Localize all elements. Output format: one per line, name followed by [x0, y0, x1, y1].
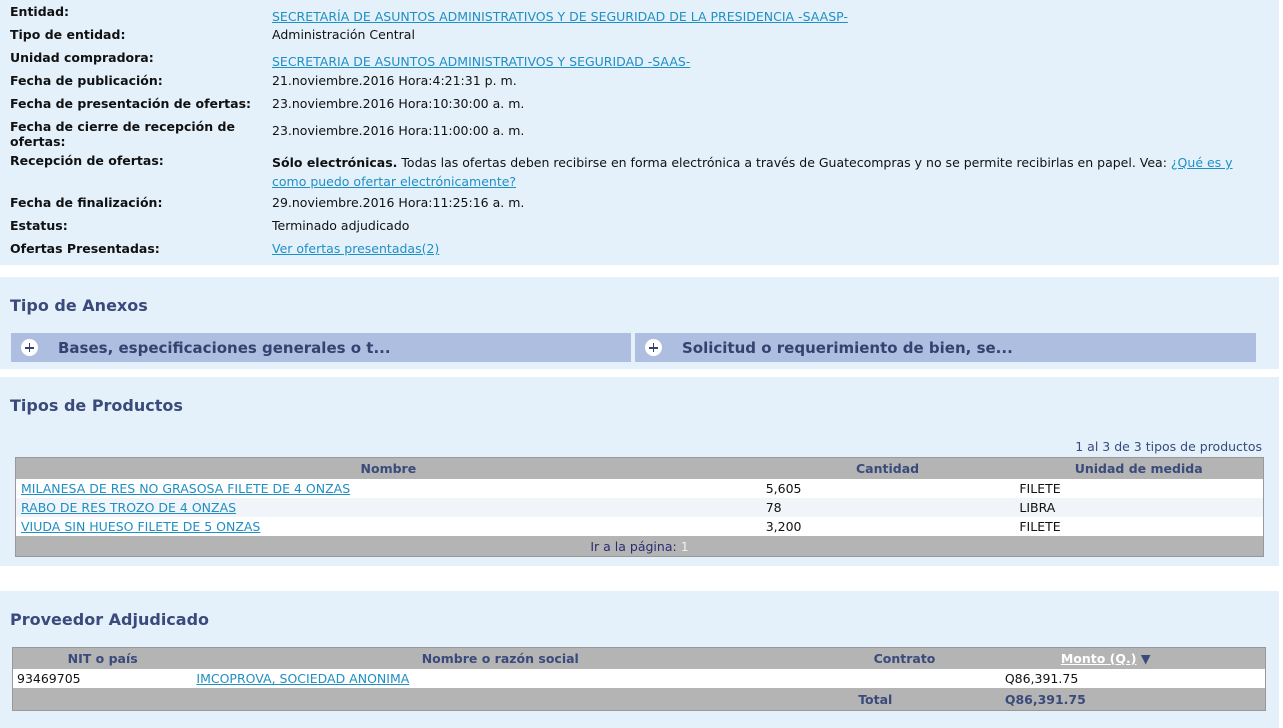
fecha-publicacion-value: 21.noviembre.2016 Hora:4:21:31 p. m.	[272, 73, 517, 88]
productos-title: Tipos de Productos	[10, 396, 183, 415]
proveedor-panel: Proveedor Adjudicado NIT o país Nombre o…	[0, 591, 1279, 728]
monto-cell: Q86,391.75	[1004, 671, 1079, 686]
proveedor-table: NIT o país Nombre o razón social Contrat…	[12, 647, 1266, 711]
table-row: MILANESA DE RES NO GRASOSA FILETE DE 4 O…	[15, 479, 1264, 498]
fecha-cierre-value: 23.noviembre.2016 Hora:11:00:00 a. m.	[272, 123, 525, 138]
anexo-accordion-solicitud[interactable]: Solicitud o requerimiento de bien, se...	[635, 333, 1256, 362]
unidad-cell: FILETE	[1019, 519, 1061, 534]
col-unidad: Unidad de medida	[1014, 457, 1264, 479]
total-value: Q86,391.75	[1000, 688, 1266, 711]
monto-sort-link[interactable]: Monto (Q.)	[1061, 651, 1137, 666]
fecha-cierre-label: Fecha de cierre de recepción de ofertas:	[10, 119, 235, 149]
col-nit: NIT o país	[12, 647, 193, 669]
anexo-accordion-bases[interactable]: Bases, especificaciones generales o t...	[11, 333, 631, 362]
estatus-label: Estatus:	[10, 218, 68, 233]
recepcion-value: Sólo electrónicas. Todas las ofertas deb…	[272, 153, 1257, 191]
entidad-label: Entidad:	[10, 4, 70, 19]
pager-label: Ir a la página:	[590, 538, 677, 554]
pager-current-page[interactable]: 1	[681, 539, 689, 554]
expand-plus-icon[interactable]	[645, 339, 662, 356]
unidad-compradora-link[interactable]: SECRETARIA DE ASUNTOS ADMINISTRATIVOS Y …	[272, 54, 690, 69]
info-row-entidad: Entidad: SECRETARÍA DE ASUNTOS ADMINISTR…	[10, 4, 1270, 24]
ofertas-label: Ofertas Presentadas:	[10, 241, 160, 256]
nit-cell: 93469705	[17, 671, 81, 686]
cantidad-cell: 3,200	[765, 519, 802, 534]
anexo-label: Bases, especificaciones generales o t...	[58, 339, 391, 357]
fecha-presentacion-value: 23.noviembre.2016 Hora:10:30:00 a. m.	[272, 96, 525, 111]
producto-link[interactable]: RABO DE RES TROZO DE 4 ONZAS	[21, 500, 236, 515]
proveedor-link[interactable]: IMCOPROVA, SOCIEDAD ANONIMA	[196, 671, 409, 686]
anexos-panel: Tipo de Anexos Bases, especificaciones g…	[0, 277, 1279, 369]
unidad-cell: FILETE	[1019, 481, 1061, 496]
recepcion-bold: Sólo electrónicas.	[272, 155, 398, 170]
col-cantidad: Cantidad	[760, 457, 1015, 479]
fecha-finalizacion-label: Fecha de finalización:	[10, 195, 163, 210]
fecha-finalizacion-value: 29.noviembre.2016 Hora:11:25:16 a. m.	[272, 195, 525, 210]
unidad-compradora-label: Unidad compradora:	[10, 50, 154, 65]
unidad-cell: LIBRA	[1019, 500, 1056, 515]
producto-link[interactable]: VIUDA SIN HUESO FILETE DE 5 ONZAS	[21, 519, 260, 534]
ver-ofertas-link[interactable]: Ver ofertas presentadas(2)	[272, 241, 439, 256]
col-monto[interactable]: Monto (Q.) ▼	[1000, 647, 1266, 669]
total-label: Total	[808, 688, 1001, 711]
tipo-entidad-value: Administración Central	[272, 27, 415, 42]
recepcion-label: Recepción de ofertas:	[10, 153, 164, 168]
producto-link[interactable]: MILANESA DE RES NO GRASOSA FILETE DE 4 O…	[21, 481, 350, 496]
col-nombre: Nombre	[15, 457, 761, 479]
contrato-cell	[808, 669, 1001, 688]
anexo-label: Solicitud o requerimiento de bien, se...	[682, 339, 1013, 357]
recepcion-text: Todas las ofertas deben recibirse en for…	[401, 155, 1167, 170]
fecha-presentacion-label: Fecha de presentación de ofertas:	[10, 96, 252, 111]
tipo-entidad-label: Tipo de entidad:	[10, 27, 126, 42]
fecha-publicacion-label: Fecha de publicación:	[10, 73, 163, 88]
proveedor-title: Proveedor Adjudicado	[10, 610, 210, 629]
entidad-link[interactable]: SECRETARÍA DE ASUNTOS ADMINISTRATIVOS Y …	[272, 9, 848, 24]
productos-count: 1 al 3 de 3 tipos de productos	[1075, 439, 1262, 454]
col-contrato: Contrato	[808, 647, 1001, 669]
tender-info-panel: Entidad: SECRETARÍA DE ASUNTOS ADMINISTR…	[0, 0, 1279, 265]
cantidad-cell: 78	[765, 500, 782, 515]
pager-row: Ir a la página: 1	[15, 536, 1264, 557]
estatus-value: Terminado adjudicado	[272, 218, 410, 233]
expand-plus-icon[interactable]	[21, 339, 38, 356]
table-row: RABO DE RES TROZO DE 4 ONZAS 78 LIBRA	[15, 498, 1264, 517]
table-row: VIUDA SIN HUESO FILETE DE 5 ONZAS 3,200 …	[15, 517, 1264, 536]
col-nombre-razon: Nombre o razón social	[192, 647, 809, 669]
productos-panel: Tipos de Productos 1 al 3 de 3 tipos de …	[0, 377, 1279, 566]
table-row: 93469705 IMCOPROVA, SOCIEDAD ANONIMA Q86…	[12, 669, 1266, 688]
total-row: Total Q86,391.75	[12, 688, 1266, 711]
sort-down-icon: ▼	[1140, 651, 1151, 666]
cantidad-cell: 5,605	[765, 481, 802, 496]
productos-table: Nombre Cantidad Unidad de medida MILANES…	[15, 457, 1264, 557]
anexos-title: Tipo de Anexos	[10, 296, 148, 315]
